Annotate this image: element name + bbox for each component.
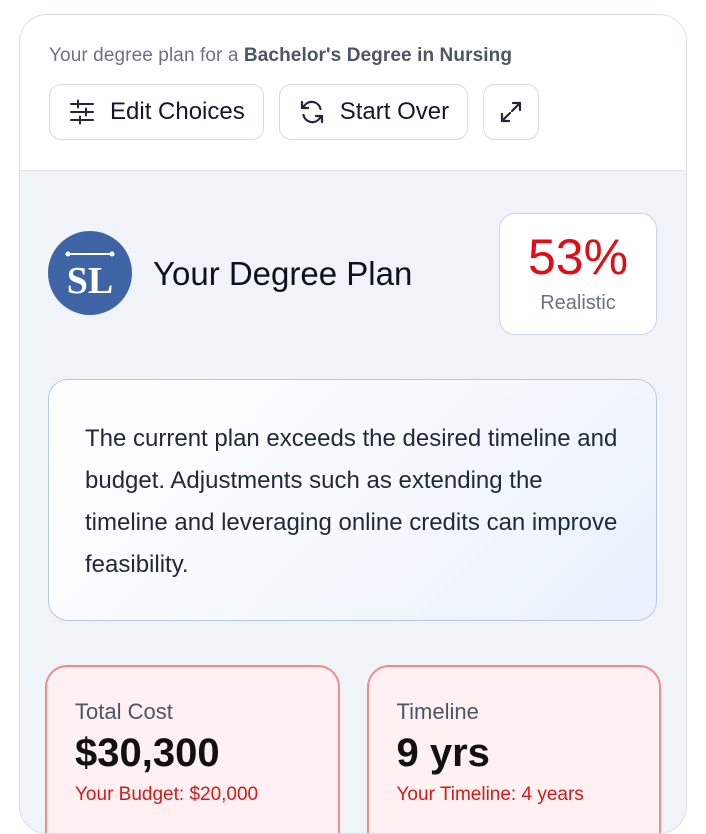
degree-plan-card: Your degree plan for a Bachelor's Degree… — [19, 14, 687, 834]
start-over-button[interactable]: Start Over — [278, 84, 469, 140]
start-over-label: Start Over — [339, 98, 450, 125]
score-value: 53% — [527, 229, 629, 285]
edit-choices-button[interactable]: Edit Choices — [49, 84, 264, 140]
edit-choices-label: Edit Choices — [110, 98, 245, 125]
degree-name: Bachelor's Degree in Nursing — [243, 45, 513, 66]
metric-label: Timeline — [396, 699, 479, 724]
summary-text: The current plan exceeds the desired tim… — [85, 425, 618, 578]
metric-value: 9 yrs — [396, 731, 490, 775]
plan-summary: The current plan exceeds the desired tim… — [48, 379, 657, 621]
metric-label: Total Cost — [75, 699, 173, 724]
expand-icon — [498, 99, 524, 125]
svg-text:SL: SL — [67, 260, 113, 302]
metrics-row: Total Cost $30,300 Your Budget: $20,000 … — [45, 665, 661, 833]
metric-value: $30,300 — [75, 731, 220, 775]
realism-score: 53% Realistic — [499, 213, 657, 335]
metric-card-cost: Total Cost $30,300 Your Budget: $20,000 — [45, 665, 340, 833]
plan-title: Your Degree Plan — [153, 255, 413, 292]
action-buttons: Edit Choices Start Over — [49, 84, 686, 140]
brand-logo: SL — [48, 231, 132, 315]
refresh-icon — [298, 98, 326, 126]
card-header: Your degree plan for a Bachelor's Degree… — [20, 15, 686, 171]
plan-header: SL Your Degree Plan 53% Realistic — [48, 213, 657, 335]
card-body: SL Your Degree Plan 53% Realistic The cu… — [20, 171, 686, 833]
expand-button[interactable] — [483, 84, 540, 140]
score-label: Realistic — [540, 292, 616, 314]
metric-note: Your Timeline: 4 years — [396, 784, 584, 805]
plan-subtitle: Your degree plan for a Bachelor's Degree… — [49, 45, 513, 66]
metric-card-timeline: Timeline 9 yrs Your Timeline: 4 years — [366, 665, 661, 833]
metric-note: Your Budget: $20,000 — [75, 784, 259, 805]
sliders-icon — [68, 98, 96, 126]
